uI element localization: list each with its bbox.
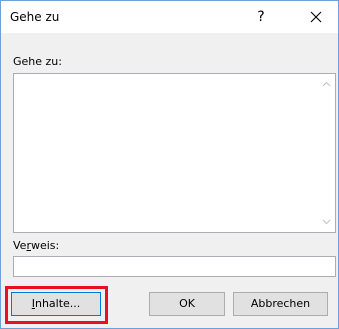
chevron-down-icon [322, 219, 331, 225]
chevron-up-icon [322, 81, 331, 87]
reference-input[interactable] [13, 256, 336, 277]
contents-button[interactable]: Inhalte... [11, 292, 101, 316]
goto-listbox[interactable] [13, 73, 336, 233]
cancel-button[interactable]: Abbrechen [233, 292, 328, 316]
close-icon [310, 11, 322, 23]
help-icon: ? [257, 9, 265, 25]
listbox-scrollbar[interactable] [318, 74, 335, 232]
reference-label: Verweis: [13, 239, 60, 252]
scroll-up-button[interactable] [318, 76, 335, 93]
goto-dialog: Gehe zu ? Gehe zu: Verweis: Inhalte... O… [0, 0, 339, 329]
goto-label: Gehe zu: [13, 55, 62, 68]
title-bar: Gehe zu ? [1, 1, 338, 33]
ok-button[interactable]: OK [149, 292, 225, 316]
scroll-down-button[interactable] [318, 213, 335, 230]
help-button[interactable]: ? [249, 5, 273, 29]
close-button[interactable] [299, 5, 333, 29]
dialog-title: Gehe zu [10, 10, 60, 24]
